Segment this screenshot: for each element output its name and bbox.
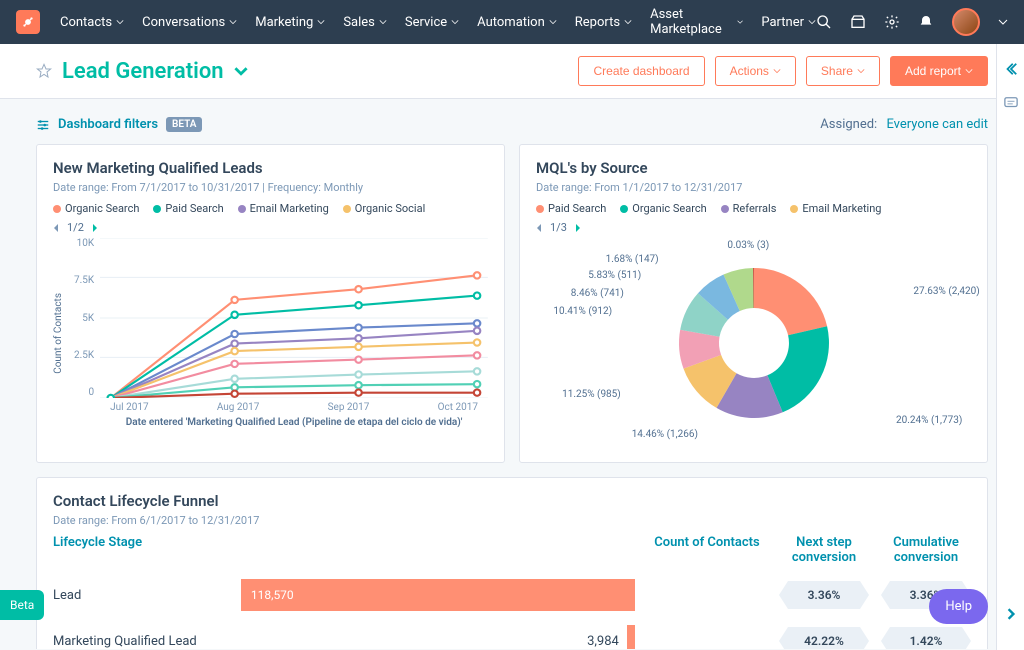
page-header: Lead Generation Create dashboard Actions…	[0, 44, 1024, 99]
chevron-down-icon[interactable]	[234, 64, 248, 78]
collapse-icon[interactable]	[1004, 62, 1018, 76]
bell-icon[interactable]	[918, 14, 934, 30]
hubspot-logo-icon[interactable]	[16, 10, 40, 34]
nav-partner[interactable]: Partner	[761, 7, 816, 37]
legend: Organic Search Paid Search Email Marketi…	[53, 202, 488, 215]
dashboard-filters[interactable]: Dashboard filters BETA	[36, 117, 202, 132]
funnel-row: Marketing Qualified Lead 3,984 42.22% 1.…	[53, 625, 971, 649]
assigned-section: Assigned: Everyone can edit	[820, 117, 988, 132]
add-report-button[interactable]: Add report	[890, 56, 988, 86]
chevron-down-icon[interactable]	[998, 17, 1008, 27]
top-nav: Contacts Conversations Marketing Sales S…	[0, 0, 1024, 44]
filter-icon	[36, 118, 50, 132]
chat-icon[interactable]	[1004, 96, 1018, 110]
card-mql-leads: New Marketing Qualified Leads Date range…	[36, 144, 505, 463]
legend: Paid Search Organic Search Referrals Ema…	[536, 202, 971, 215]
card-mql-source: MQL's by Source Date range: From 1/1/201…	[519, 144, 988, 463]
avatar[interactable]	[952, 8, 980, 36]
nav-contacts[interactable]: Contacts	[60, 7, 124, 37]
side-rail	[996, 44, 1024, 650]
chevron-right-icon[interactable]	[1005, 608, 1017, 620]
nav-reports[interactable]: Reports	[575, 7, 632, 37]
legend-pager[interactable]: 1/2	[53, 221, 488, 234]
share-button[interactable]: Share	[806, 56, 880, 86]
beta-badge: BETA	[166, 117, 202, 132]
nav-automation[interactable]: Automation	[477, 7, 557, 37]
nav-menu: Contacts Conversations Marketing Sales S…	[60, 7, 816, 37]
help-pill[interactable]: Help	[929, 589, 988, 624]
content: Dashboard filters BETA Assigned: Everyon…	[0, 99, 1024, 649]
pie-chart: 0.03% (3) 1.68% (147) 5.83% (511) 8.46% …	[536, 238, 971, 448]
marketplace-icon[interactable]	[850, 14, 866, 30]
assigned-link[interactable]: Everyone can edit	[886, 117, 988, 132]
nav-service[interactable]: Service	[405, 7, 459, 37]
card-title: New Marketing Qualified Leads	[53, 159, 488, 177]
page-title: Lead Generation	[62, 59, 224, 84]
nav-conversations[interactable]: Conversations	[142, 7, 237, 37]
funnel-row: Lead 118,570 3.36% 3.36%	[53, 579, 971, 611]
search-icon[interactable]	[816, 14, 832, 30]
nav-marketing[interactable]: Marketing	[255, 7, 325, 37]
actions-button[interactable]: Actions	[715, 56, 796, 86]
line-chart	[100, 238, 488, 398]
card-funnel: Contact Lifecycle Funnel Date range: Fro…	[36, 477, 988, 649]
nav-right	[816, 8, 1008, 36]
legend-pager[interactable]: 1/3	[536, 221, 971, 234]
card-title: MQL's by Source	[536, 159, 971, 177]
nav-asset-marketplace[interactable]: Asset Marketplace	[650, 7, 743, 37]
star-icon[interactable]	[36, 63, 52, 79]
create-dashboard-button[interactable]: Create dashboard	[578, 56, 704, 86]
nav-sales[interactable]: Sales	[343, 7, 387, 37]
gear-icon[interactable]	[884, 14, 900, 30]
beta-pill[interactable]: Beta	[0, 590, 44, 620]
